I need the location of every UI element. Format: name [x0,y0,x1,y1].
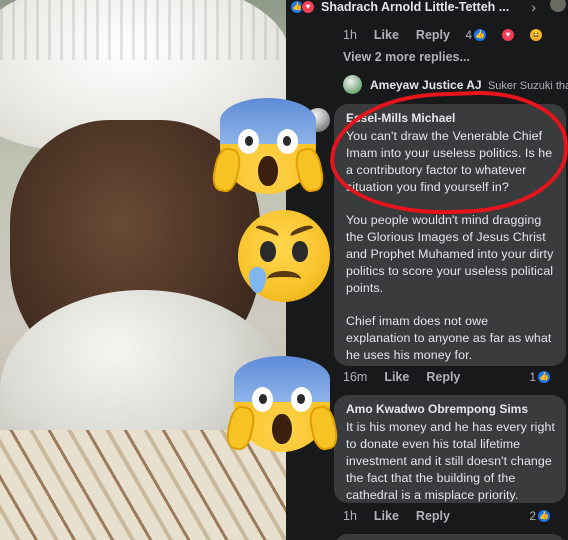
reaction-summary[interactable]: 4 👍 ♥ 😆 [465,28,560,42]
reply-button[interactable]: Reply [416,28,450,42]
avatar[interactable] [343,75,362,94]
reaction-summary[interactable]: 2 👍 [529,509,568,523]
haha-icon: 😆 [529,28,543,42]
comment-actions: 16m Like Reply 1 👍 [343,370,568,384]
avatar[interactable] [550,0,566,12]
reaction-count: 1 [529,370,536,384]
reply-header[interactable]: 👍 ♥ Shadrach Arnold Little-Tetteh ... › [286,0,568,15]
chevron-right-icon[interactable]: › [531,0,536,15]
collapsed-reply[interactable]: Ameyaw Justice AJ Suker Suzuki that... [370,78,568,92]
comment-paragraph: It is his money and he has every right t… [346,420,556,502]
comment-bubble: Amo Kwadwo Obrempong Sims It is his mone… [334,395,566,503]
love-icon: ♥ [501,28,515,42]
next-comment-edge [334,534,566,540]
sad-but-relieved-face-emoji [238,210,330,302]
comments-panel: 👍 ♥ Shadrach Arnold Little-Tetteh ... › … [286,0,568,540]
screaming-face-emoji [223,356,341,453]
reaction-count: 2 [529,509,536,523]
like-button[interactable]: Like [384,370,409,384]
reply-preview: Suker Suzuki that... [487,80,568,92]
like-icon: 👍 [473,28,487,42]
reply-author[interactable]: Shadrach Arnold Little-Tetteh ... [321,0,509,14]
timestamp[interactable]: 16m [343,370,367,384]
reply-author[interactable]: Ameyaw Justice AJ [370,78,482,92]
view-more-replies-link[interactable]: View 2 more replies... [343,50,470,64]
love-icon: ♥ [301,0,315,14]
like-icon: 👍 [537,370,551,384]
reply-button[interactable]: Reply [426,370,460,384]
reply-actions: 1h Like Reply 4 👍 ♥ 😆 [343,28,568,42]
like-button[interactable]: Like [374,28,399,42]
like-icon: 👍 [537,509,551,523]
comment-author[interactable]: Amo Kwadwo Obrempong Sims [346,402,556,416]
reaction-count: 4 [465,28,472,42]
comment-paragraph: You people wouldn't mind dragging the Gl… [346,213,554,295]
like-button[interactable]: Like [374,509,399,523]
timestamp[interactable]: 1h [343,28,357,42]
comment-actions: 1h Like Reply 2 👍 [343,509,568,523]
reply-button[interactable]: Reply [416,509,450,523]
comment-paragraph: Chief imam does not owe explanation to a… [346,314,552,362]
timestamp[interactable]: 1h [343,509,357,523]
screaming-face-emoji [209,98,327,195]
reaction-summary[interactable]: 1 👍 [529,370,568,384]
